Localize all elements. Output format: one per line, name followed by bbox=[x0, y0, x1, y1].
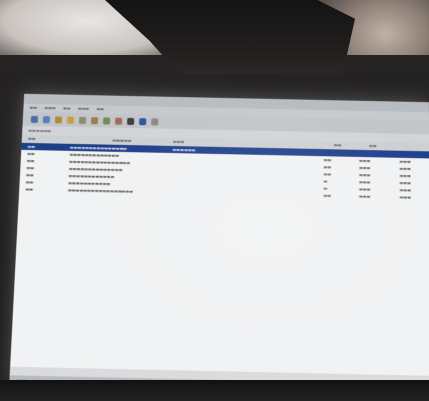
column-header-cell[interactable]: ▬▬ bbox=[369, 143, 377, 148]
tools-icon[interactable] bbox=[90, 116, 99, 124]
settings-icon[interactable] bbox=[78, 116, 87, 124]
laptop-bezel bbox=[0, 380, 429, 401]
menu-item[interactable]: ▬▬▬ bbox=[78, 106, 90, 111]
info-icon[interactable] bbox=[139, 117, 147, 125]
menu-item[interactable]: ▬▬ bbox=[29, 105, 37, 110]
menu-item[interactable]: ▬▬ bbox=[96, 106, 104, 111]
column-header-cell[interactable]: ▬▬ bbox=[334, 142, 342, 147]
back-icon[interactable] bbox=[30, 115, 39, 123]
column-header-cell[interactable]: ▬▬▬▬▬ bbox=[112, 138, 131, 143]
column-header-cell[interactable]: ▬▬ bbox=[28, 136, 36, 141]
folder-icon[interactable] bbox=[66, 116, 75, 124]
user-icon[interactable] bbox=[114, 117, 123, 125]
file-list: ▬▬ ▬▬▬▬▬▬▬▬▬▬▬▬▬▬▬ ▬▬▬▬▬▬ ▬▬ ▬▬▬▬▬▬▬▬▬▬▬… bbox=[10, 142, 429, 376]
laptop-screen: ▬▬ ▬▬▬ ▬▬ ▬▬▬ ▬▬ ▬▬▬▬▬▬ ▬▬ ▬▬▬▬▬ ▬▬▬ ▬▬ bbox=[9, 93, 429, 396]
menu-item[interactable]: ▬▬▬ bbox=[44, 105, 56, 110]
search-icon[interactable] bbox=[102, 116, 111, 125]
menu-item[interactable]: ▬▬ bbox=[63, 106, 71, 111]
help-icon[interactable] bbox=[151, 117, 159, 126]
address-label: ▬▬▬▬▬▬ bbox=[28, 127, 52, 134]
refresh-icon[interactable] bbox=[54, 115, 63, 124]
home-icon[interactable] bbox=[127, 117, 135, 125]
forward-icon[interactable] bbox=[42, 115, 51, 123]
column-header-cell[interactable]: ▬▬▬ bbox=[173, 139, 185, 144]
photo: ▬▬ ▬▬▬ ▬▬ ▬▬▬ ▬▬ ▬▬▬▬▬▬ ▬▬ ▬▬▬▬▬ ▬▬▬ ▬▬ bbox=[0, 0, 429, 401]
